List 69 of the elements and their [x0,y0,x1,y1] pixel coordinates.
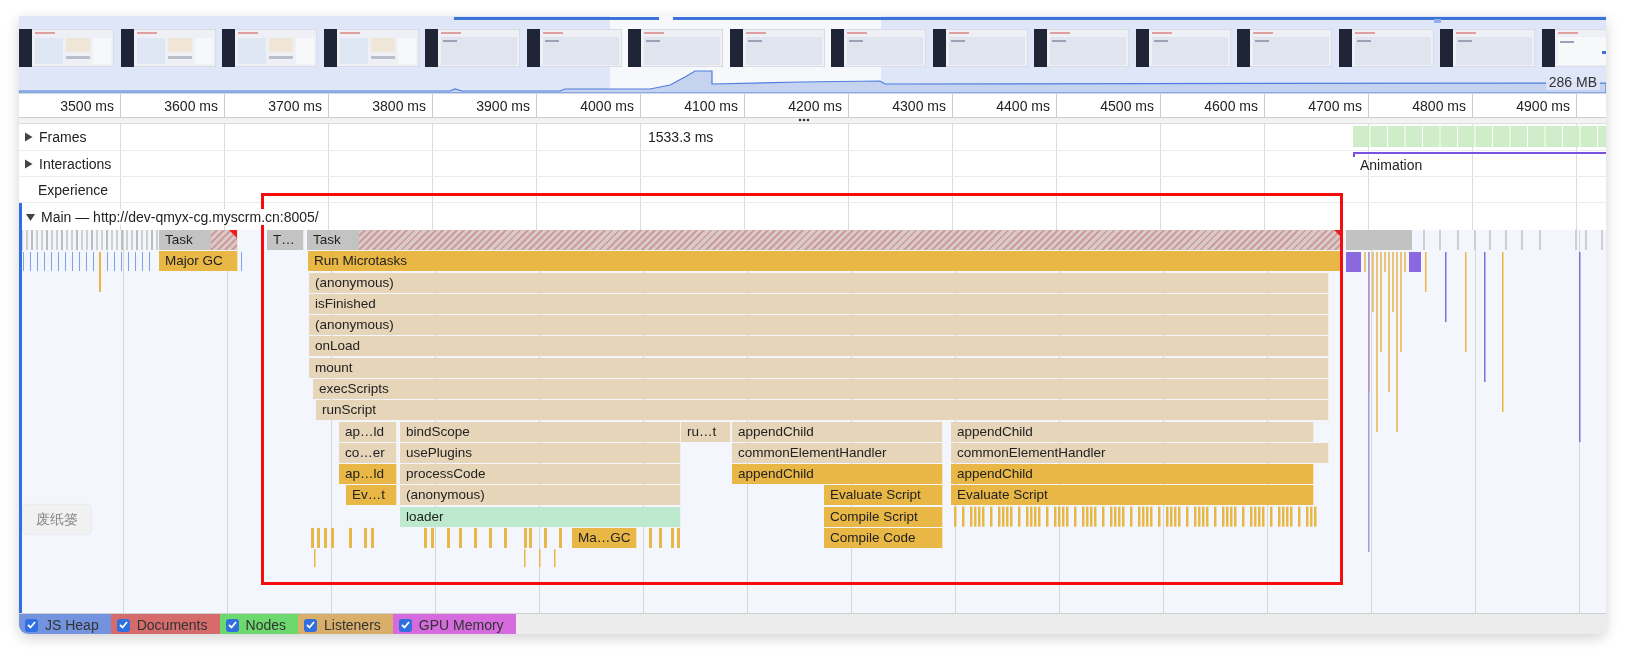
checkbox[interactable] [225,618,239,632]
flame-bar[interactable]: ru…t [681,422,731,442]
time-tick-label: 4400 ms [996,97,1050,114]
task-bar[interactable]: Task [307,230,1343,250]
time-tick-label: 3500 ms [60,97,114,114]
counter-toggle[interactable]: Listeners [298,614,393,634]
time-tick-label: 4500 ms [1100,97,1154,114]
flame-bar[interactable]: appendChild [732,464,943,484]
time-tick-label: 3900 ms [476,97,530,114]
expand-triangle-icon [24,132,33,142]
flame-bar[interactable]: Major GC [159,251,238,271]
expand-triangle-icon [24,158,33,169]
time-tick-label: 4800 ms [1412,97,1466,114]
flame-bar[interactable]: ap…ld [339,464,397,484]
flame-bar[interactable]: commonElementHandler [951,443,1329,463]
checkbox[interactable] [116,618,130,632]
time-tick-label: 3700 ms [268,97,322,114]
flame-bar[interactable]: appendChild [951,464,1314,484]
track-toggle[interactable]: Interactions [19,155,112,172]
flame-bar[interactable]: appendChild [951,422,1314,442]
time-tick-label: 3800 ms [372,97,426,114]
checkbox[interactable] [25,618,38,632]
desktop-icon-label: 废纸篓 [23,505,91,534]
track-toggle[interactable]: Frames [19,129,87,145]
counter-toggle[interactable]: JS Heap [19,614,111,634]
counter-toggle[interactable]: Nodes [219,614,298,634]
flame-bar[interactable]: runScript [316,400,1329,420]
time-tick-label: 4700 ms [1308,97,1362,114]
time-tick-label: 4000 ms [580,97,634,114]
flame-bar[interactable]: ap…ld [339,422,397,442]
task-bar[interactable]: Task [159,230,238,250]
collapse-triangle-icon [26,211,35,222]
flame-bar[interactable]: co…er [339,443,397,463]
flame-bar[interactable]: Compile Script [824,507,943,527]
time-tick-label: 4300 ms [892,97,946,114]
flame-bar[interactable]: Evaluate Script [951,485,1314,505]
flame-bar[interactable]: Evaluate Script [824,485,943,505]
flame-bar[interactable]: onLoad [309,336,1329,356]
track-label: Experience [37,181,109,198]
flame-bar[interactable]: Run Microtasks [308,251,1343,271]
task-bar[interactable]: T… [267,230,304,250]
counter-toggle[interactable]: Documents [110,614,220,634]
flame-bar[interactable]: execScripts [313,379,1329,399]
flame-bar[interactable]: Ma…GC [572,528,637,548]
flame-bar[interactable]: Compile Code [824,528,943,548]
time-tick-label: 4900 ms [1516,97,1570,114]
flame-bar[interactable]: loader [400,507,681,527]
flame-bar[interactable]: usePlugins [400,443,681,463]
flame-bar[interactable]: (anonymous) [309,273,1329,293]
flame-bar[interactable]: bindScope [400,422,681,442]
time-tick-label: 4200 ms [788,97,842,114]
frame-duration: 1533.3 ms [648,129,714,145]
flame-bar[interactable]: processCode [400,464,681,484]
counter-toggle[interactable]: GPU Memory [392,614,516,634]
memory-reading: 286 MB [1545,74,1600,90]
flame-bar[interactable]: commonElementHandler [732,443,943,463]
time-tick-label: 4100 ms [684,97,738,114]
time-tick-label: 4600 ms [1204,97,1258,114]
flame-bar[interactable]: (anonymous) [400,485,681,505]
checkbox[interactable] [398,618,412,632]
flame-bar[interactable]: appendChild [732,422,943,442]
flame-bar[interactable]: isFinished [309,294,1329,314]
resize-handle-icon[interactable] [797,118,810,122]
flame-bar[interactable]: Ev…t [346,485,397,505]
checkbox[interactable] [304,618,317,632]
flame-bar[interactable]: (anonymous) [309,315,1329,335]
time-tick-label: 3600 ms [164,97,218,114]
interaction-label: Animation [1360,157,1423,173]
flame-bar[interactable]: mount [309,358,1329,378]
